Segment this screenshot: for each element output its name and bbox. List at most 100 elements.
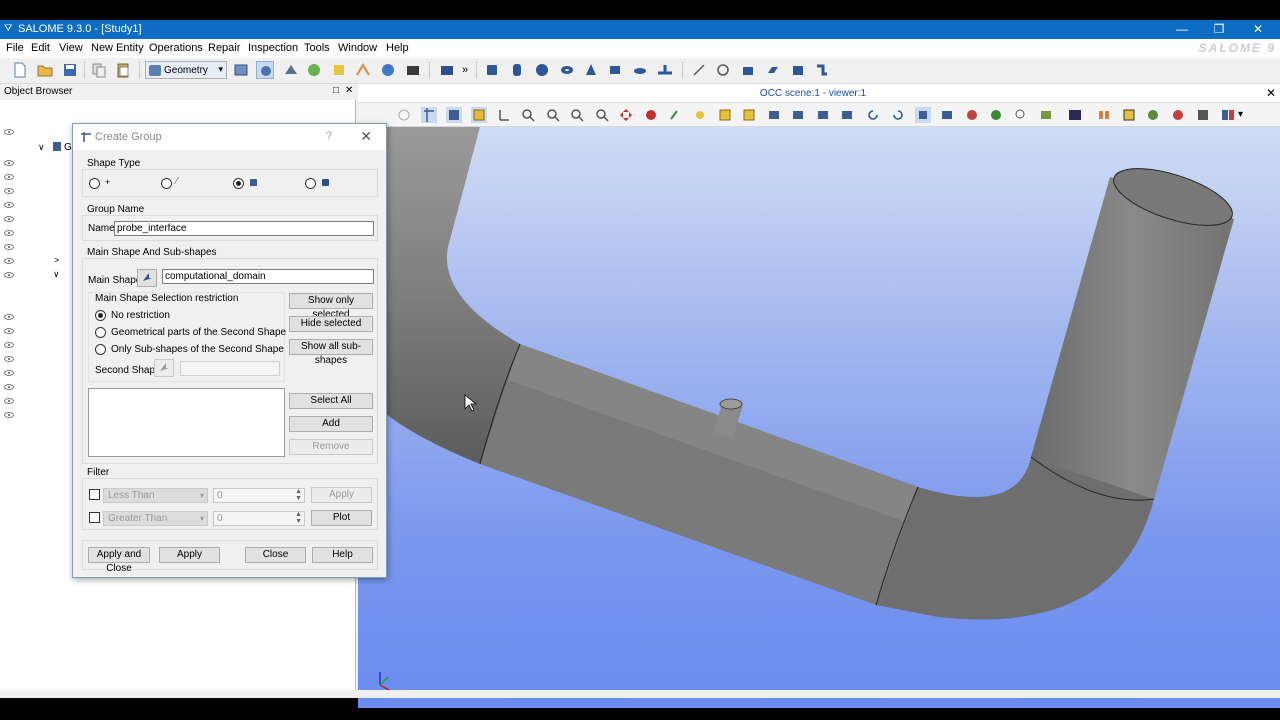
synchronize-icon[interactable]: [1195, 107, 1211, 123]
rotate-icon[interactable]: [667, 107, 683, 123]
light-source-icon[interactable]: [1170, 107, 1186, 123]
hide-selected-button[interactable]: Hide selected: [289, 316, 373, 332]
stereo-icon[interactable]: [1096, 107, 1112, 123]
eficas-module-icon[interactable]: [379, 61, 397, 79]
visibility-eye-icon[interactable]: [4, 412, 14, 418]
visibility-eye-icon[interactable]: [4, 216, 14, 222]
shaper-module-icon[interactable]: [404, 61, 422, 79]
visibility-eye-icon[interactable]: [4, 202, 14, 208]
dump-view-icon[interactable]: [1013, 107, 1029, 123]
zoom-icon[interactable]: [520, 107, 536, 123]
cylinder-icon[interactable]: [508, 61, 526, 79]
add-button[interactable]: Add: [289, 416, 373, 432]
pan-icon[interactable]: [618, 107, 634, 123]
rectangle-icon[interactable]: [606, 61, 624, 79]
shape-type-solid-radio[interactable]: [305, 178, 316, 189]
visibility-eye-icon[interactable]: [4, 342, 14, 348]
extrusion-icon[interactable]: [739, 61, 757, 79]
disk-icon[interactable]: [631, 61, 649, 79]
paste-icon[interactable]: [114, 61, 132, 79]
greater-than-combo[interactable]: Greater Than ▾: [103, 511, 208, 526]
less-than-combo[interactable]: Less Than ▾: [103, 488, 208, 503]
less-than-checkbox[interactable]: [89, 489, 100, 500]
visibility-eye-icon[interactable]: [4, 230, 14, 236]
left-view-icon[interactable]: [815, 107, 831, 123]
close-button[interactable]: Close: [245, 547, 306, 563]
front-view-icon[interactable]: [717, 107, 733, 123]
menu-edit[interactable]: Edit: [31, 42, 50, 54]
pipe-tshape-icon[interactable]: [656, 61, 674, 79]
box-icon[interactable]: [483, 61, 501, 79]
second-shape-input[interactable]: [180, 361, 280, 376]
back-view-icon[interactable]: [741, 107, 757, 123]
open-folder-icon[interactable]: [36, 61, 54, 79]
viewer-toolbar-more-icon[interactable]: ▾: [1238, 107, 1254, 123]
close-window-icon[interactable]: ✕: [1243, 21, 1273, 38]
visibility-eye-icon[interactable]: [4, 384, 14, 390]
module-selector[interactable]: Geometry ▾: [145, 61, 227, 79]
projection-icon[interactable]: [915, 107, 931, 123]
help-button[interactable]: Help: [312, 547, 373, 563]
rotate-clockwise-icon[interactable]: [890, 107, 906, 123]
visibility-eye-icon[interactable]: [4, 314, 14, 320]
highlight-icon[interactable]: [471, 107, 487, 123]
only-subshapes-radio[interactable]: [95, 344, 106, 355]
visibility-eye-icon[interactable]: [4, 398, 14, 404]
rotation-point-icon[interactable]: [396, 107, 412, 123]
shape-type-vertex-radio[interactable]: [89, 178, 100, 189]
geometry-active-icon[interactable]: [256, 61, 274, 79]
ambient-icon[interactable]: [1038, 107, 1054, 123]
cone-icon[interactable]: [582, 61, 600, 79]
revolution-icon[interactable]: [764, 61, 782, 79]
menu-tools[interactable]: Tools: [304, 42, 330, 54]
apply-button[interactable]: Apply: [159, 547, 220, 563]
preselection-icon[interactable]: [446, 107, 462, 123]
no-restriction-radio[interactable]: [95, 310, 106, 321]
copy-icon[interactable]: [90, 61, 108, 79]
select-main-shape-button[interactable]: [137, 269, 157, 287]
select-all-button[interactable]: Select All: [289, 393, 373, 409]
geometrical-parts-radio[interactable]: [95, 327, 106, 338]
jobmanager-module-icon[interactable]: [354, 61, 372, 79]
help-question-icon[interactable]: ?: [326, 130, 332, 142]
close-viewer-icon[interactable]: ✕: [1266, 86, 1276, 100]
remove-button[interactable]: Remove: [289, 439, 373, 455]
menu-view[interactable]: View: [59, 42, 83, 54]
group-name-input[interactable]: probe_interface: [114, 221, 374, 236]
restore-icon[interactable]: ❐: [1204, 21, 1234, 38]
save-icon[interactable]: [61, 61, 79, 79]
sphere-icon[interactable]: [533, 61, 551, 79]
menu-window[interactable]: Window: [338, 42, 377, 54]
visibility-eye-icon[interactable]: [4, 244, 14, 250]
close-panel-icon[interactable]: ✕: [345, 85, 353, 96]
menu-help[interactable]: Help: [386, 42, 409, 54]
circle-icon[interactable]: [714, 61, 732, 79]
new-document-icon[interactable]: [11, 61, 29, 79]
axes-icon[interactable]: [496, 107, 512, 123]
tree-expand-icon[interactable]: ∨: [53, 269, 60, 280]
basic-shape-icon[interactable]: [438, 61, 456, 79]
visibility-eye-icon[interactable]: [4, 356, 14, 362]
visibility-eye-icon[interactable]: [4, 370, 14, 376]
zoom-fit-icon[interactable]: [545, 107, 561, 123]
rotate-counterclockwise-icon[interactable]: [865, 107, 881, 123]
menu-repair[interactable]: Repair: [208, 42, 240, 54]
paravis-module-icon[interactable]: [330, 61, 348, 79]
activate-module-icon[interactable]: [232, 61, 250, 79]
filter-apply-button[interactable]: Apply: [311, 487, 372, 503]
float-panel-icon[interactable]: □: [333, 85, 339, 96]
pipe-icon[interactable]: [813, 61, 831, 79]
menu-new-entity[interactable]: New Entity: [91, 42, 144, 54]
toolbar-more-icon[interactable]: »: [462, 61, 480, 79]
clone-view-icon[interactable]: [1067, 107, 1083, 123]
main-shape-input[interactable]: computational_domain: [162, 269, 374, 284]
tree-expand-icon[interactable]: ∨: [38, 142, 45, 153]
show-all-subshapes-button[interactable]: Show all sub-shapes: [289, 339, 373, 366]
yacs-module-icon[interactable]: [305, 61, 323, 79]
shape-type-face-radio[interactable]: [233, 178, 244, 189]
environment-texture-icon[interactable]: [1145, 107, 1161, 123]
select-second-shape-button[interactable]: [154, 359, 174, 377]
zoom-selected-icon[interactable]: [594, 107, 610, 123]
reset-view-icon[interactable]: [692, 107, 708, 123]
right-view-icon[interactable]: [839, 107, 855, 123]
